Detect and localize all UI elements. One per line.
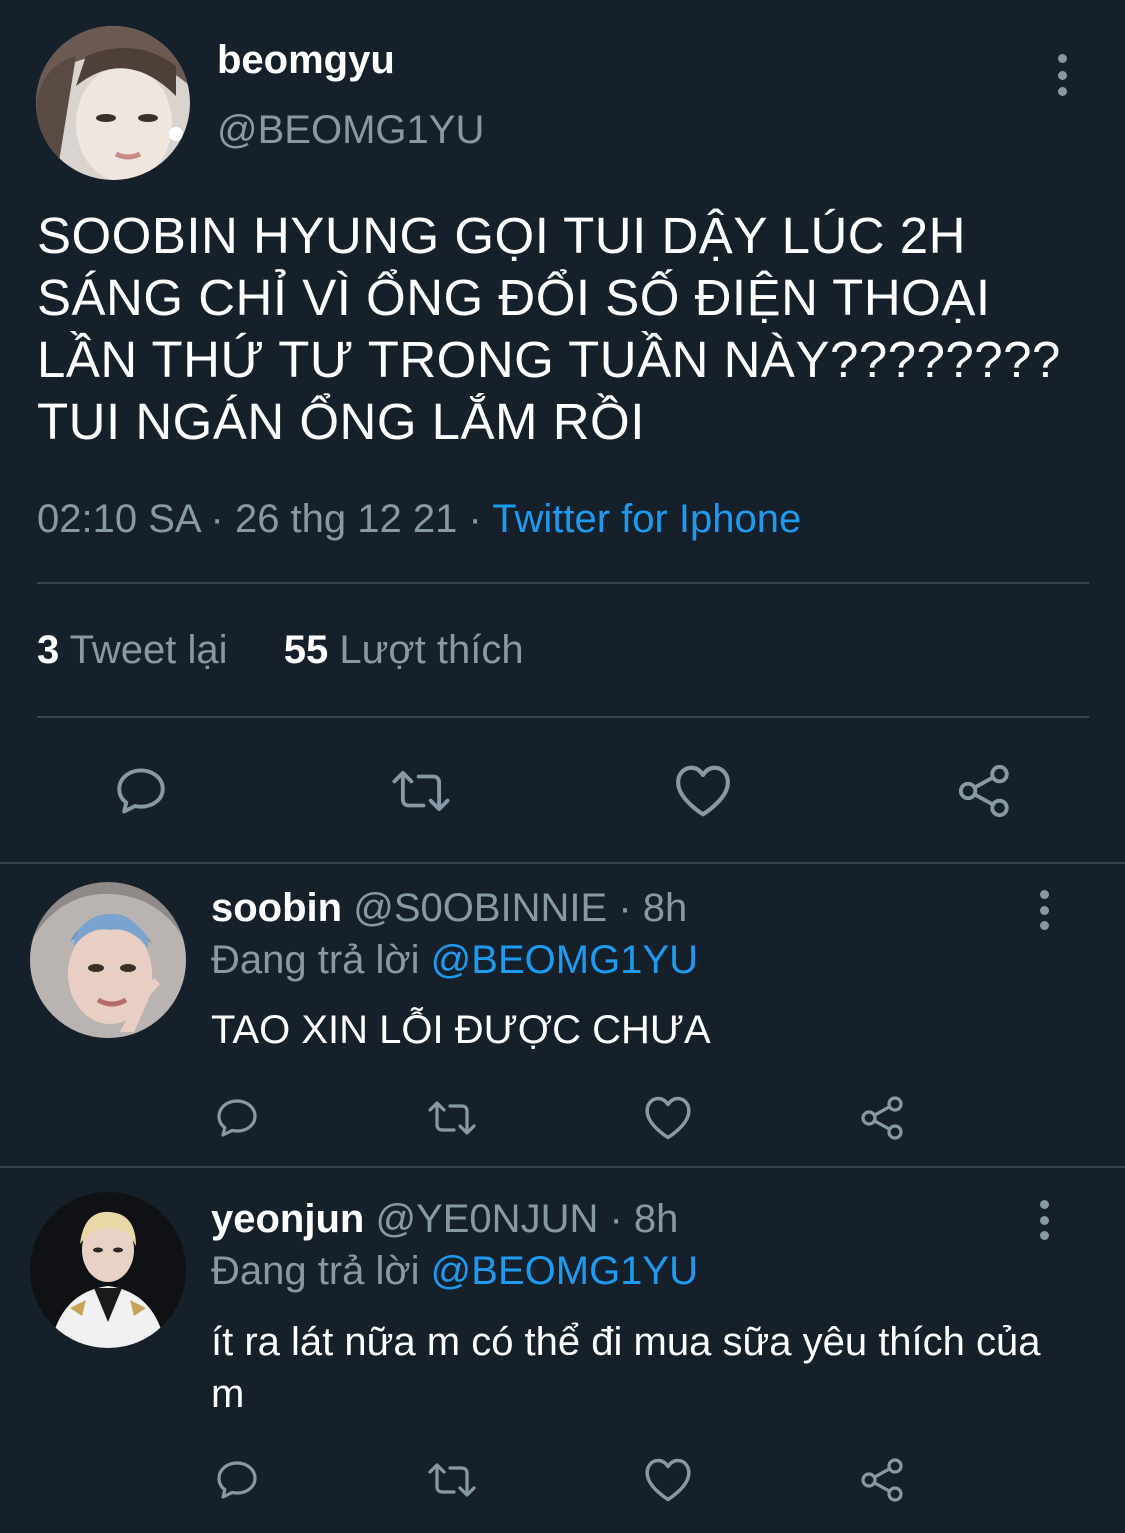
meta-separator: · [210, 497, 224, 541]
heart-icon[interactable] [642, 1094, 694, 1142]
tweet-text: SOOBIN HYUNG GỌI TUI DẬY LÚC 2H SÁNG CHỈ… [37, 205, 1097, 453]
more-vertical-icon[interactable] [1032, 890, 1056, 930]
replying-to-handle[interactable]: @BEOMG1YU [431, 938, 698, 982]
reply-icon[interactable] [212, 1094, 262, 1142]
replying-label: Đang trả lời [211, 1249, 420, 1293]
tweet-source-link[interactable]: Twitter for Iphone [492, 497, 801, 541]
reply-author-name[interactable]: yeonjun [211, 1197, 364, 1241]
avatar-soobin[interactable] [30, 882, 186, 1038]
reply-header: soobin @S0OBINNIE · 8h [211, 886, 687, 931]
share-icon[interactable] [858, 1456, 908, 1504]
tweet-text-line: LẦN THỨ TƯ TRONG TUẦN NÀY???????? [37, 331, 1061, 388]
retweet-icon[interactable] [424, 1456, 480, 1504]
tweet-meta: 02:10 SA · 26 thg 12 21 · Twitter for Ip… [37, 497, 801, 542]
divider [37, 582, 1089, 584]
meta-separator: · [468, 497, 482, 541]
reply-time: · 8h [618, 886, 688, 930]
reply-author-handle[interactable]: @S0OBINNIE [353, 886, 607, 930]
author-name[interactable]: beomgyu [217, 38, 395, 83]
reply-text: TAO XIN LỖI ĐƯỢC CHƯA [211, 1008, 711, 1052]
reply-text: ít ra lát nữa m có thể đi mua sữa yêu th… [211, 1320, 1041, 1416]
divider [37, 716, 1089, 718]
retweet-icon[interactable] [424, 1094, 480, 1142]
heart-icon[interactable] [642, 1456, 694, 1504]
tweet-time: 02:10 SA [37, 497, 200, 541]
reply-header: yeonjun @YE0NJUN · 8h [211, 1197, 678, 1242]
like-count: 55 [283, 628, 329, 672]
tweet-text-line: TUI NGÁN ỔNG LẮM RỒI [37, 393, 645, 450]
heart-icon[interactable] [672, 762, 734, 820]
replying-to: Đang trả lời @BEOMG1YU [211, 938, 698, 983]
retweet-icon[interactable] [388, 762, 454, 820]
retweets-stat[interactable]: 3 Tweet lại [37, 628, 228, 672]
reply-icon[interactable] [112, 762, 170, 820]
reply-author-handle[interactable]: @YE0NJUN [375, 1197, 598, 1241]
tweet-text-line: SÁNG CHỈ VÌ ỔNG ĐỔI SỐ ĐIỆN THOẠI [37, 269, 991, 326]
likes-stat[interactable]: 55 Lượt thích [284, 628, 524, 672]
divider [0, 862, 1125, 864]
avatar-yeonjun[interactable] [30, 1192, 186, 1348]
tweet-date: 26 thg 12 21 [234, 497, 458, 541]
more-vertical-icon[interactable] [1050, 54, 1074, 96]
more-vertical-icon[interactable] [1032, 1200, 1056, 1240]
like-label: Lượt thích [339, 628, 524, 672]
replying-to: Đang trả lời @BEOMG1YU [211, 1249, 698, 1294]
retweet-label: Tweet lại [69, 628, 228, 672]
replying-label: Đang trả lời [211, 938, 420, 982]
share-icon[interactable] [954, 762, 1016, 820]
divider [0, 1166, 1125, 1168]
author-handle[interactable]: @BEOMG1YU [217, 108, 484, 153]
retweet-count: 3 [37, 628, 60, 672]
avatar-beomgyu[interactable] [36, 26, 190, 180]
tweet-stats: 3 Tweet lại 55 Lượt thích [37, 628, 524, 673]
tweet-text-line: SOOBIN HYUNG GỌI TUI DẬY LÚC 2H [37, 207, 966, 264]
reply-time: · 8h [609, 1197, 679, 1241]
replying-to-handle[interactable]: @BEOMG1YU [431, 1249, 698, 1293]
reply-author-name[interactable]: soobin [211, 886, 342, 930]
share-icon[interactable] [858, 1094, 908, 1142]
reply-icon[interactable] [212, 1456, 262, 1504]
